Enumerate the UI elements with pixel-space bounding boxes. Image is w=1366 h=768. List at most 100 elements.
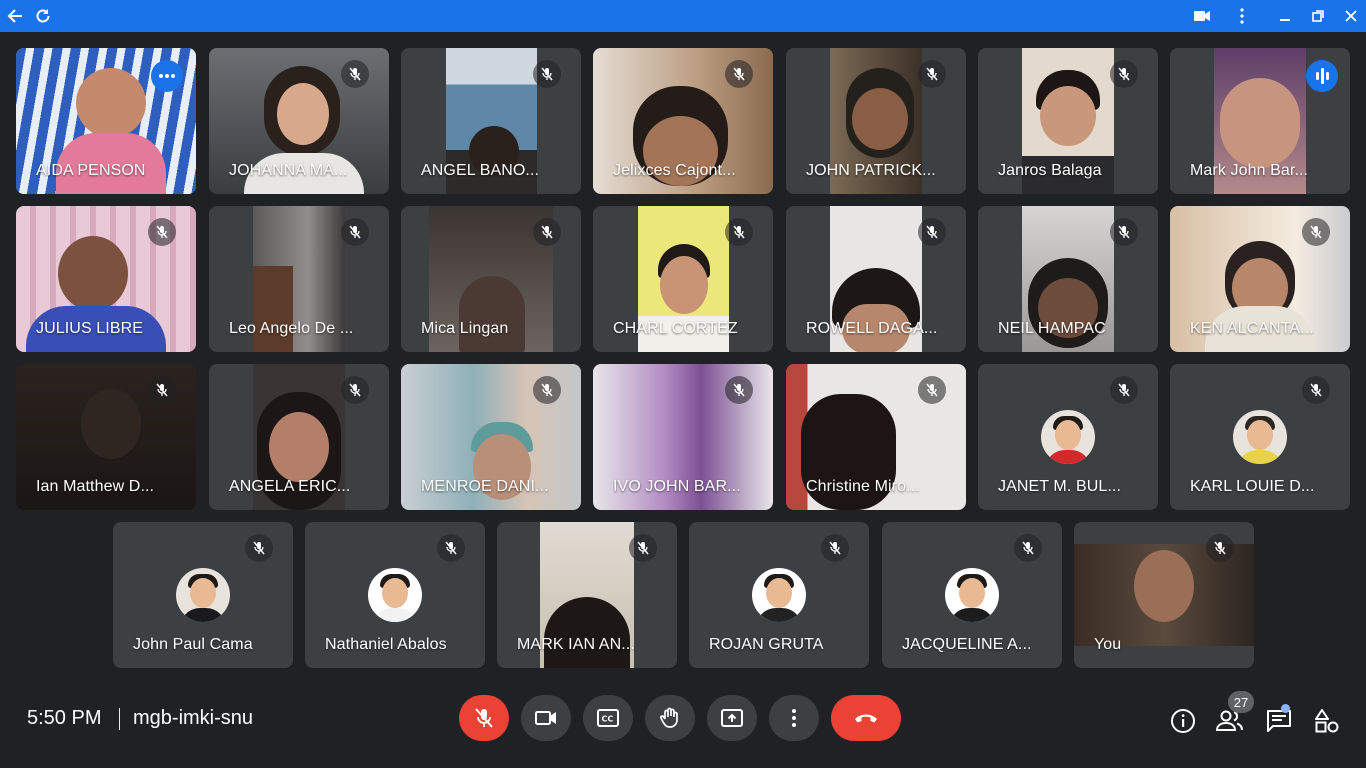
activities-button[interactable]	[1312, 706, 1342, 736]
raise-hand-icon	[660, 707, 678, 728]
minimize-icon[interactable]	[1273, 4, 1297, 28]
meeting-info-button[interactable]	[1168, 706, 1198, 736]
mic-off-icon	[725, 60, 753, 88]
participant-tile[interactable]: Nathaniel Abalos	[305, 522, 485, 668]
audio-level-icon	[1306, 60, 1338, 92]
participant-name: Nathaniel Abalos	[325, 636, 447, 653]
participant-name: Leo Angelo De ...	[229, 320, 354, 337]
meeting-code: mgb-imki-snu	[133, 707, 254, 729]
avatar	[945, 568, 999, 622]
mic-off-icon	[533, 60, 561, 88]
participant-name: IVO JOHN BAR...	[613, 478, 741, 495]
participant-tile[interactable]: John Paul Cama	[113, 522, 293, 668]
participant-tile[interactable]: KARL LOUIE D...	[1170, 364, 1350, 510]
chat-notification-dot	[1281, 704, 1290, 713]
mic-off-icon	[1110, 218, 1138, 246]
participant-tile[interactable]: NEIL HAMPAC	[978, 206, 1158, 352]
participant-name: MARK IAN AN...	[517, 636, 635, 653]
participant-name: AIDA PENSON	[36, 162, 146, 179]
participant-tile[interactable]: MARK IAN AN...	[497, 522, 677, 668]
participant-tile[interactable]: Christine Miro...	[786, 364, 966, 510]
present-screen-button[interactable]	[707, 695, 757, 741]
participant-tile[interactable]: KEN ALCANTA...	[1170, 206, 1350, 352]
participant-image	[81, 389, 141, 459]
mic-off-icon	[533, 218, 561, 246]
participant-name: KEN ALCANTA...	[1190, 320, 1314, 337]
restore-icon[interactable]	[1306, 4, 1330, 28]
raise-hand-button[interactable]	[645, 695, 695, 741]
participant-tile[interactable]: JOHANNA MA...	[209, 48, 389, 194]
participant-name: Mica Lingan	[421, 320, 509, 337]
participant-tile[interactable]: ANGELA ERIC...	[209, 364, 389, 510]
participant-count-badge: 27	[1228, 691, 1254, 713]
end-call-icon	[855, 714, 877, 723]
participant-tile[interactable]: You	[1074, 522, 1254, 668]
camera-icon[interactable]	[1190, 4, 1214, 28]
participant-name: NEIL HAMPAC	[998, 320, 1106, 337]
participant-tile[interactable]: JANET M. BUL...	[978, 364, 1158, 510]
close-icon[interactable]	[1339, 4, 1363, 28]
participant-image	[1134, 550, 1194, 622]
participant-name: JULIUS LIBRE	[36, 320, 144, 337]
mic-off-icon	[148, 376, 176, 404]
more-options-button[interactable]	[769, 695, 819, 741]
mic-off-icon	[475, 708, 493, 728]
participant-name: ROWELL DAGA...	[806, 320, 938, 337]
participant-tile[interactable]: MENROE DANI...	[401, 364, 581, 510]
end-call-button[interactable]	[831, 695, 901, 741]
participant-tile[interactable]: Janros Balaga	[978, 48, 1158, 194]
participant-tile[interactable]: JACQUELINE A...	[882, 522, 1062, 668]
mic-off-icon	[918, 218, 946, 246]
participant-image	[76, 68, 146, 138]
participant-tile[interactable]: AIDA PENSON	[16, 48, 196, 194]
mic-off-icon	[725, 218, 753, 246]
participant-image	[58, 236, 128, 311]
avatar	[176, 568, 230, 622]
participant-tile[interactable]: CHARL CORTEZ	[593, 206, 773, 352]
participant-tile[interactable]: Ian Matthew D...	[16, 364, 196, 510]
svg-text:CC: CC	[602, 715, 614, 724]
mic-off-icon	[341, 218, 369, 246]
mic-off-icon	[918, 60, 946, 88]
mic-off-icon	[1302, 376, 1330, 404]
participant-tile[interactable]: ROJAN GRUTA	[689, 522, 869, 668]
participant-tile[interactable]: JOHN PATRICK...	[786, 48, 966, 194]
kebab-menu-icon[interactable]	[1230, 4, 1254, 28]
avatar	[1041, 410, 1095, 464]
divider	[119, 708, 120, 730]
more-options-icon[interactable]	[151, 60, 183, 92]
participant-tile[interactable]: ANGEL BANO...	[401, 48, 581, 194]
participant-tile[interactable]: Leo Angelo De ...	[209, 206, 389, 352]
mic-off-icon	[725, 376, 753, 404]
participant-tile[interactable]: Mark John Bar...	[1170, 48, 1350, 194]
captions-button[interactable]: CC	[583, 695, 633, 741]
participant-image	[269, 412, 329, 482]
mic-off-icon	[1302, 218, 1330, 246]
mic-off-icon	[148, 218, 176, 246]
mic-off-icon	[918, 376, 946, 404]
captions-icon: CC	[597, 709, 619, 727]
microphone-toggle-button[interactable]	[459, 695, 509, 741]
participant-image	[253, 266, 293, 352]
participant-tile[interactable]: Jelixces Cajont...	[593, 48, 773, 194]
mic-off-icon	[437, 534, 465, 562]
participant-tile[interactable]: ROWELL DAGA...	[786, 206, 966, 352]
participant-image	[1220, 78, 1300, 168]
participant-name: Janros Balaga	[998, 162, 1102, 179]
participant-tile[interactable]: JULIUS LIBRE	[16, 206, 196, 352]
participant-tile[interactable]: Mica Lingan	[401, 206, 581, 352]
participant-name: KARL LOUIE D...	[1190, 478, 1315, 495]
meeting-control-bar: 5:50 PM mgb-imki-snu CC 27	[0, 688, 1366, 768]
participant-name: You	[1094, 636, 1122, 653]
camera-toggle-button[interactable]	[521, 695, 571, 741]
participant-tile[interactable]: IVO JOHN BAR...	[593, 364, 773, 510]
participant-name: ROJAN GRUTA	[709, 636, 824, 653]
participant-name: CHARL CORTEZ	[613, 320, 738, 337]
more-options-icon	[792, 709, 796, 727]
chat-icon	[1267, 710, 1291, 732]
participant-name: Ian Matthew D...	[36, 478, 155, 495]
back-arrow-icon[interactable]	[3, 4, 27, 28]
reload-icon[interactable]	[31, 4, 55, 28]
avatar	[1233, 410, 1287, 464]
mic-off-icon	[1206, 534, 1234, 562]
